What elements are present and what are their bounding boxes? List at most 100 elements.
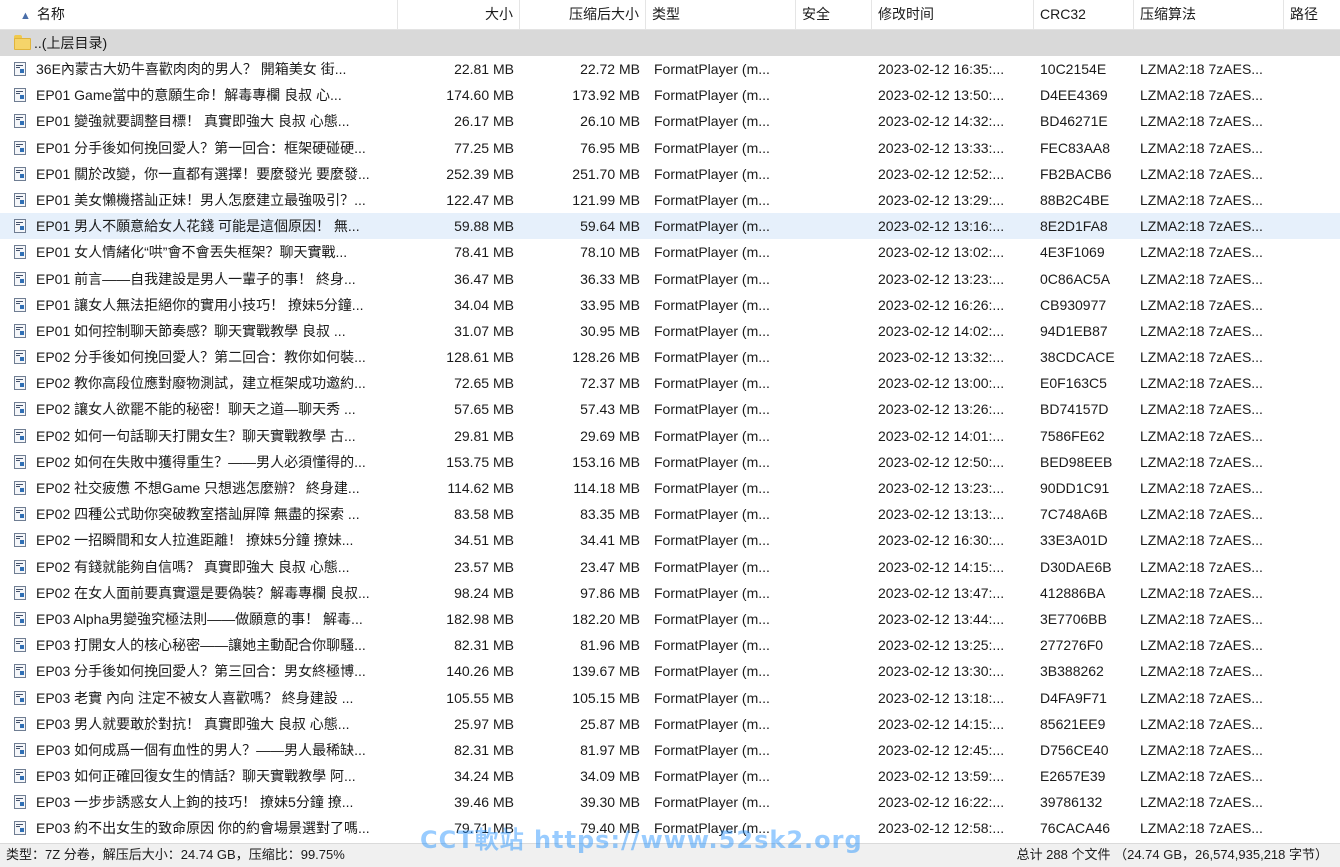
- table-row[interactable]: EP01 關於改變，你一直都有選擇！要麼發光 要麼發... 252.39 MB 25…: [0, 161, 1340, 187]
- file-path-cell: [1284, 501, 1340, 527]
- table-row[interactable]: EP02 四種公式助你突破教室搭訕屏障 無盡的探索 ... 83.58 MB 83.…: [0, 501, 1340, 527]
- file-modified-cell: 2023-02-12 12:52:...: [878, 165, 1005, 182]
- file-packed-size-cell: 182.20 MB: [572, 610, 640, 627]
- file-type-cell: FormatPlayer (m...: [654, 87, 770, 104]
- table-row[interactable]: EP03 男人就要敢於對抗！ 真實即強大 良叔 心態... 25.97 MB 25.…: [0, 711, 1340, 737]
- table-row[interactable]: EP02 如何一句話聊天打開女生？聊天實戰教學 古... 29.81 MB 29.6…: [0, 423, 1340, 449]
- file-method-cell: LZMA2:18 7zAES...: [1140, 401, 1263, 418]
- column-header-packed-size[interactable]: 压缩后大小: [520, 0, 646, 29]
- file-size-cell: 34.51 MB: [454, 532, 514, 549]
- table-row[interactable]: EP03 分手後如何挽回愛人？第三回合：男女終極博... 140.26 MB 139…: [0, 658, 1340, 684]
- file-packed-size-cell: 59.64 MB: [580, 218, 640, 235]
- file-name-cell: EP02 社交疲憊 不想Game 只想逃怎麼辦？ 終身建...: [36, 480, 360, 496]
- file-size-cell: 59.88 MB: [454, 218, 514, 235]
- file-modified-cell: 2023-02-12 13:16:...: [878, 218, 1005, 235]
- file-method-cell: LZMA2:18 7zAES...: [1140, 532, 1263, 549]
- video-file-icon: [14, 533, 27, 548]
- table-row[interactable]: EP03 一步步誘惑女人上鉤的技巧！ 撩妹5分鐘 撩... 39.46 MB 39.…: [0, 789, 1340, 815]
- table-row[interactable]: EP03 打開女人的核心秘密——讓她主動配合你聊騷... 82.31 MB 81.9…: [0, 632, 1340, 658]
- video-file-icon: [14, 454, 27, 470]
- file-modified-cell: 2023-02-12 13:13:...: [878, 506, 1005, 523]
- file-method-cell: LZMA2:18 7zAES...: [1140, 741, 1263, 758]
- table-row[interactable]: EP02 一招瞬間和女人拉進距離！ 撩妹5分鐘 撩妹... 34.51 MB 34.…: [0, 527, 1340, 553]
- file-name-cell: EP01 前言——自我建設是男人一輩子的事！ 終身...: [36, 270, 356, 287]
- table-row[interactable]: EP01 讓女人無法拒絕你的實用小技巧！ 撩妹5分鐘... 34.04 MB 33.…: [0, 292, 1340, 318]
- table-row[interactable]: EP01 如何控制聊天節奏感？聊天實戰教學 良叔 ... 31.07 MB 30.9…: [0, 318, 1340, 344]
- file-name-cell: EP03 約不出女生的致命原因 你的約會場景選對了嗎...: [36, 820, 370, 837]
- file-modified-cell: 2023-02-12 13:25:...: [878, 637, 1005, 654]
- table-row[interactable]: 36E內蒙古大奶牛喜歡肉肉的男人？ 開箱美女 街... 22.81 MB 22.72…: [0, 56, 1340, 82]
- file-crc-cell: 0C86AC5A: [1040, 270, 1111, 287]
- column-header-modified[interactable]: 修改时间: [872, 0, 1034, 29]
- file-security-cell: [796, 370, 870, 396]
- column-header-method[interactable]: 压缩算法: [1134, 0, 1284, 29]
- file-type-cell: FormatPlayer (m...: [654, 689, 770, 706]
- file-path-cell: [1284, 292, 1340, 318]
- file-type-cell: FormatPlayer (m...: [654, 453, 770, 470]
- file-type-cell: FormatPlayer (m...: [654, 427, 770, 444]
- file-modified-cell: 2023-02-12 13:23:...: [878, 270, 1005, 287]
- file-packed-size-cell: 97.86 MB: [580, 584, 640, 601]
- file-method-cell: LZMA2:18 7zAES...: [1140, 689, 1263, 706]
- file-name-cell: EP01 變強就要調整目標！ 真實即強大 良叔 心態...: [36, 113, 350, 130]
- table-row[interactable]: EP02 分手後如何挽回愛人？第二回合：教你如何裝... 128.61 MB 128…: [0, 344, 1340, 370]
- table-row[interactable]: EP01 美女懶機搭訕正妹！男人怎麼建立最強吸引？... 122.47 MB 121…: [0, 187, 1340, 213]
- column-header-name[interactable]: ▲ 名称: [0, 0, 398, 29]
- column-header-size[interactable]: 大小: [398, 0, 520, 29]
- file-size-cell: 114.62 MB: [447, 480, 514, 496]
- file-crc-cell: 33E3A01D: [1040, 532, 1108, 549]
- file-modified-cell: 2023-02-12 12:58:...: [878, 820, 1005, 837]
- file-security-cell: [796, 239, 870, 265]
- table-row[interactable]: EP01 Game當中的意願生命！解毒專欄 良叔 心... 174.60 MB 17…: [0, 82, 1340, 108]
- table-row[interactable]: EP01 變強就要調整目標！ 真實即強大 良叔 心態... 26.17 MB 26.…: [0, 108, 1340, 134]
- file-name-cell: EP03 一步步誘惑女人上鉤的技巧！ 撩妹5分鐘 撩...: [36, 794, 354, 811]
- column-header-path[interactable]: 路径: [1284, 0, 1340, 29]
- file-crc-cell: 88B2C4BE: [1040, 191, 1110, 208]
- video-file-icon: [14, 611, 27, 627]
- file-packed-size-cell: 153.16 MB: [572, 453, 640, 470]
- column-header-type[interactable]: 类型: [646, 0, 796, 29]
- file-path-cell: [1284, 135, 1340, 161]
- file-type-cell: FormatPlayer (m...: [654, 663, 770, 680]
- file-packed-size-cell: 81.97 MB: [580, 741, 640, 758]
- table-row[interactable]: EP03 如何正確回復女生的情話？聊天實戰教學 阿... 34.24 MB 34.0…: [0, 763, 1340, 789]
- file-packed-size-cell: 139.67 MB: [572, 663, 640, 680]
- file-name-cell: EP02 四種公式助你突破教室搭訕屏障 無盡的探索 ...: [36, 506, 360, 523]
- table-row[interactable]: EP03 如何成爲一個有血性的男人？——男人最稀缺... 82.31 MB 81.9…: [0, 737, 1340, 763]
- table-row[interactable]: EP02 教你高段位應對廢物測試，建立框架成功邀約... 72.65 MB 72.3…: [0, 370, 1340, 396]
- file-packed-size-cell: 29.69 MB: [580, 427, 640, 444]
- file-name-cell: EP03 分手後如何挽回愛人？第三回合：男女終極博...: [36, 663, 366, 680]
- table-row[interactable]: EP03 Alpha男變強究極法則——做願意的事！ 解毒... 182.98 MB…: [0, 606, 1340, 632]
- file-name-cell: EP01 如何控制聊天節奏感？聊天實戰教學 良叔 ...: [36, 322, 346, 339]
- video-file-icon: [14, 140, 27, 156]
- table-row[interactable]: EP01 女人情緒化“哄”會不會丟失框架？聊天實戰... 78.41 MB 78.1…: [0, 239, 1340, 265]
- file-path-cell: [1284, 527, 1340, 553]
- column-header-crc[interactable]: CRC32: [1034, 0, 1134, 29]
- file-packed-size-cell: 30.95 MB: [580, 322, 640, 339]
- table-row[interactable]: EP02 在女人面前要真實還是要偽裝？解毒專欄 良叔... 98.24 MB 97.…: [0, 580, 1340, 606]
- table-row[interactable]: EP02 如何在失敗中獲得重生？——男人必須懂得的... 153.75 MB 153…: [0, 449, 1340, 475]
- column-header-security[interactable]: 安全: [796, 0, 872, 29]
- file-name-cell: EP01 美女懶機搭訕正妹！男人怎麼建立最強吸引？...: [36, 191, 366, 208]
- file-packed-size-cell: 36.33 MB: [580, 270, 640, 287]
- table-row[interactable]: EP01 分手後如何挽回愛人？第一回合：框架硬碰硬... 77.25 MB 76.9…: [0, 135, 1340, 161]
- parent-directory-row[interactable]: ..(上层目录): [0, 30, 1340, 56]
- video-file-icon: [14, 769, 27, 784]
- file-path-cell: [1284, 658, 1340, 684]
- table-row[interactable]: EP03 老實 內向 注定不被女人喜歡嗎？ 終身建設 ... 105.55 MB 1…: [0, 685, 1340, 711]
- table-row[interactable]: EP02 讓女人欲罷不能的秘密！聊天之道—聊天秀 ... 57.65 MB 57.4…: [0, 396, 1340, 422]
- table-row[interactable]: EP01 前言——自我建設是男人一輩子的事！ 終身... 36.47 MB 36.3…: [0, 266, 1340, 292]
- table-row[interactable]: EP01 男人不願意給女人花錢 可能是這個原因！ 無... 59.88 MB 59.…: [0, 213, 1340, 240]
- file-packed-size-cell: 121.99 MB: [572, 191, 640, 208]
- file-type-cell: FormatPlayer (m...: [654, 61, 770, 77]
- table-row[interactable]: EP02 社交疲憊 不想Game 只想逃怎麼辦？ 終身建... 114.62 MB…: [0, 475, 1340, 501]
- table-row[interactable]: EP02 有錢就能夠自信嗎？ 真實即強大 良叔 心態... 23.57 MB 23.…: [0, 554, 1340, 580]
- video-file-icon: [14, 481, 27, 496]
- file-crc-cell: 277276F0: [1040, 637, 1104, 654]
- file-modified-cell: 2023-02-12 13:50:...: [878, 87, 1005, 104]
- video-file-icon: [14, 376, 27, 391]
- file-packed-size-cell: 25.87 MB: [580, 715, 640, 732]
- file-packed-size-cell: 81.96 MB: [580, 637, 640, 654]
- file-security-cell: [796, 56, 870, 82]
- file-modified-cell: 2023-02-12 13:26:...: [878, 401, 1005, 418]
